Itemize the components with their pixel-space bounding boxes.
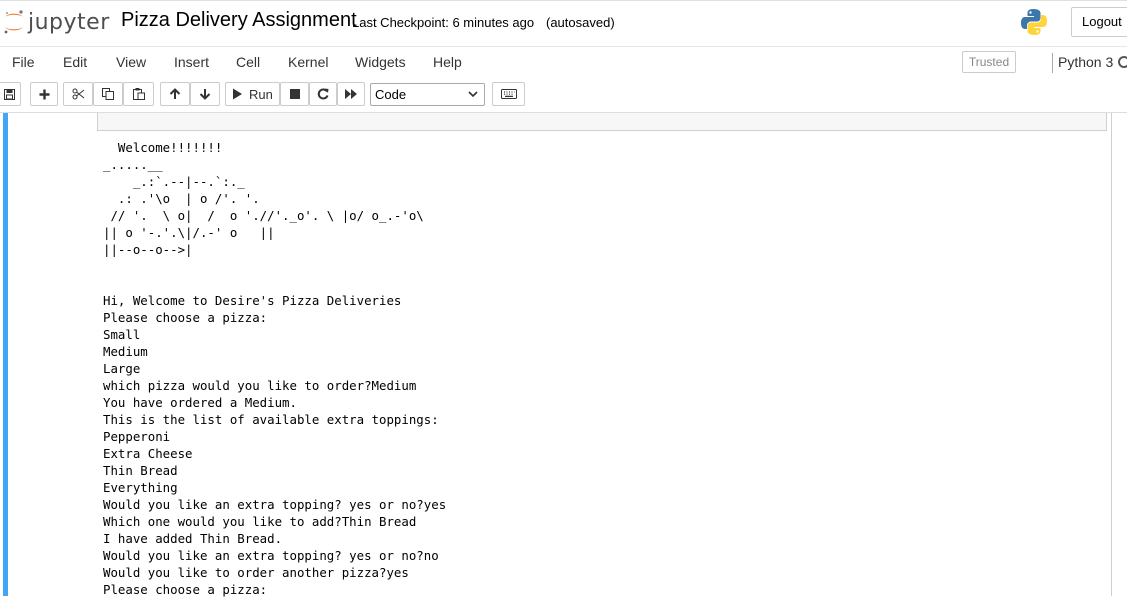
output-line: Please choose a pizza: (103, 310, 268, 325)
output-line: _.:`.--|--.`:._ (103, 174, 245, 189)
arrow-down-icon (199, 89, 211, 100)
output-line: // '. \ o| / o './/'._o'. \ |o/ o_.-'o\ (103, 208, 424, 223)
menu-kernel[interactable]: Kernel (288, 54, 328, 70)
copy-icon (102, 88, 114, 100)
output-line: Pepperoni (103, 429, 171, 444)
menu-view[interactable]: View (116, 54, 146, 70)
play-icon (233, 88, 242, 100)
cell-type-value: Code (375, 87, 407, 102)
output-line: Would you like an extra topping? yes or … (103, 497, 447, 512)
output-line: .: .'\o | o /'. '. (103, 191, 260, 206)
output-line: I have added Thin Bread. (103, 531, 283, 546)
fast-forward-icon (344, 89, 357, 99)
run-button[interactable]: Run (225, 82, 280, 106)
run-label: Run (249, 86, 273, 102)
paste-button[interactable] (123, 82, 154, 106)
output-line: You have ordered a Medium. (103, 395, 297, 410)
output-line: This is the list of available extra topp… (103, 412, 439, 427)
output-line: Which one would you like to add?Thin Bre… (103, 514, 417, 529)
output-line: Medium (103, 344, 148, 359)
cell-input-area[interactable] (97, 113, 1107, 131)
toolbar: Run Code (0, 79, 1127, 113)
menubar: File Edit View Insert Cell Kernel Widget… (0, 46, 1127, 80)
command-palette-button[interactable] (492, 82, 525, 106)
notebook-container[interactable]: Welcome!!!!!!! _.....__ _.:`.--|--.`:._ .… (0, 113, 1127, 598)
output-line: Thin Bread (103, 463, 178, 478)
output-line: Welcome!!!!!!! (103, 140, 223, 155)
output-line: _.....__ (103, 157, 163, 172)
save-icon (4, 88, 15, 100)
move-up-button[interactable] (160, 82, 190, 106)
move-down-button[interactable] (190, 82, 220, 106)
python-logo-icon (1021, 9, 1047, 35)
plus-icon (39, 89, 49, 99)
menu-help[interactable]: Help (433, 54, 462, 70)
notebook-title[interactable]: Pizza Delivery Assignment (121, 9, 357, 32)
kernel-status-icon (1118, 56, 1127, 68)
copy-button[interactable] (93, 82, 123, 106)
logout-button[interactable]: Logout (1071, 7, 1127, 37)
jupyter-logo-icon (4, 10, 23, 34)
output-line: Would you like an extra topping? yes or … (103, 548, 439, 563)
output-line: which pizza would you like to order?Medi… (103, 378, 417, 393)
restart-button[interactable] (309, 82, 337, 106)
jupyter-logo-text: jupyter (28, 9, 110, 35)
insert-cell-button[interactable] (30, 82, 58, 106)
output-line: Small (103, 327, 141, 342)
autosave-status: (autosaved) (546, 15, 615, 30)
notebook-header: jupyter Pizza Delivery Assignment Last C… (0, 0, 1127, 47)
cell-output: Welcome!!!!!!! _.....__ _.:`.--|--.`:._ .… (103, 139, 446, 598)
chevron-down-icon (468, 91, 478, 98)
paste-icon (132, 88, 145, 100)
output-line: Please choose a pizza: (103, 582, 268, 597)
arrow-up-icon (169, 88, 181, 99)
refresh-icon (317, 88, 329, 100)
menu-insert[interactable]: Insert (174, 54, 209, 70)
restart-run-all-button[interactable] (337, 82, 365, 106)
cell-type-select[interactable]: Code (370, 83, 485, 106)
cut-button[interactable] (63, 82, 93, 106)
output-line: Hi, Welcome to Desire's Pizza Deliveries (103, 293, 402, 308)
save-button[interactable] (0, 82, 21, 106)
trusted-indicator[interactable]: Trusted (962, 51, 1016, 73)
output-line: Would you like to order another pizza?ye… (103, 565, 409, 580)
menu-edit[interactable]: Edit (63, 54, 87, 70)
scrollbar[interactable] (1113, 113, 1127, 596)
keyboard-icon (500, 89, 517, 99)
menu-cell[interactable]: Cell (236, 54, 260, 70)
output-line: || o '-.'.\|/.-' o || (103, 225, 275, 240)
interrupt-button[interactable] (280, 82, 309, 106)
output-line: Large (103, 361, 141, 376)
stop-icon (289, 89, 300, 99)
menu-widgets[interactable]: Widgets (355, 54, 406, 70)
kernel-name[interactable]: Python 3 (1052, 53, 1113, 73)
scissors-icon (72, 88, 84, 100)
jupyter-logo[interactable]: jupyter (3, 7, 110, 37)
checkpoint-status: Last Checkpoint: 6 minutes ago (352, 15, 535, 30)
output-line: ||--o--o-->| (103, 242, 193, 257)
menu-file[interactable]: File (12, 54, 35, 70)
output-line: Everything (103, 480, 178, 495)
output-line: Extra Cheese (103, 446, 193, 461)
